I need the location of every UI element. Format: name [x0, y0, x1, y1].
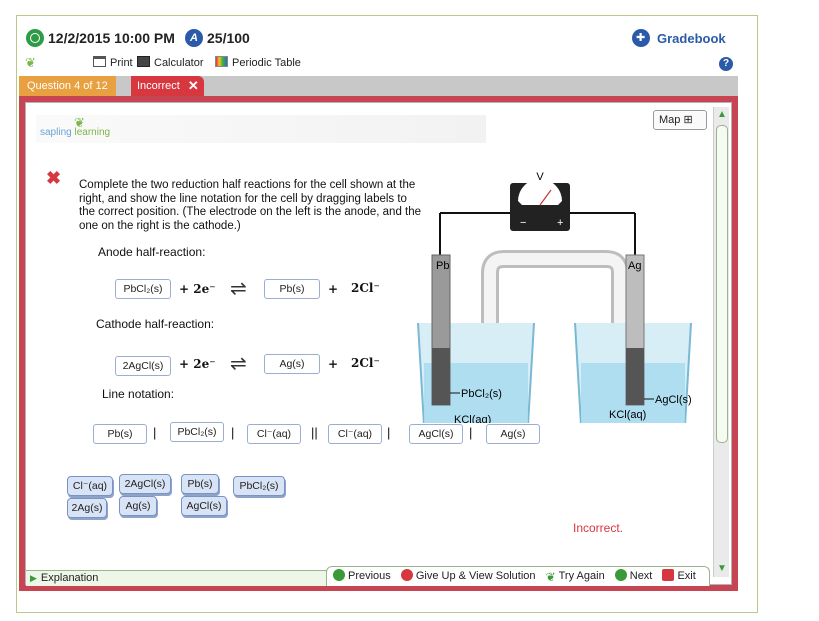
phase-bar-4: | — [469, 425, 473, 440]
question-tab[interactable]: Question 4 of 12 — [19, 76, 116, 96]
right-solution-label: KCl(aq) — [609, 409, 646, 421]
map-icon: ⊞ — [683, 114, 693, 126]
phase-bar-2: | — [231, 425, 235, 440]
map-button[interactable]: Map ⊞ — [653, 110, 707, 130]
line-slot-4[interactable]: Cl⁻(aq) — [328, 424, 382, 444]
cathode-plus: + — [328, 357, 339, 371]
cathode-reactant-slot[interactable]: 2AgCl(s) — [115, 356, 171, 376]
salt-bridge-bar: || — [311, 425, 318, 440]
electrochemical-cell-diagram: V − + Pb Ag PbCl₂(s) AgCl(s) KCl(aq) KCl… — [417, 171, 692, 423]
phase-bar-3: | — [387, 425, 391, 440]
line-slot-6[interactable]: Ag(s) — [486, 424, 540, 444]
voltmeter-label: V — [536, 171, 544, 183]
periodic-table-icon — [215, 56, 228, 67]
expand-triangle-icon: ▶ — [30, 573, 37, 583]
cathode-heading: Cathode half-reaction: — [96, 317, 215, 331]
drag-label-chip[interactable]: AgCl(s) — [181, 496, 227, 516]
feedback-text: Incorrect. — [573, 521, 624, 535]
ag-electrode-label: Ag — [628, 260, 641, 272]
anode-plus: + — [328, 282, 339, 296]
left-solution-label: KCl(aq) — [454, 414, 491, 423]
top-bar: 12/2/2015 10:00 PM A 25/100 Gradebook — [26, 28, 738, 50]
question-content: ❦ sapling learning Map ⊞ ▲ ▼ ✖ Complete … — [25, 102, 733, 586]
anode-product-slot[interactable]: Pb(s) — [264, 279, 320, 299]
navigation-bar: Previous Give Up & View Solution ❦ Try Ag… — [326, 566, 710, 586]
line-notation-heading: Line notation: — [102, 387, 175, 401]
exit-button[interactable]: Exit — [662, 567, 696, 585]
drag-label-chip[interactable]: 2AgCl(s) — [119, 474, 171, 494]
question-bar: Question 4 of 12 Incorrect ✕ — [19, 76, 738, 96]
due-datetime: 12/2/2015 10:00 PM — [48, 30, 175, 46]
right-coating-label: AgCl(s) — [655, 394, 692, 406]
drag-label-chip[interactable]: Pb(s) — [181, 474, 219, 494]
print-button[interactable]: Print — [93, 56, 133, 69]
clock-icon — [26, 29, 44, 47]
incorrect-x-icon: ✕ — [187, 78, 199, 93]
scroll-up-arrow-icon[interactable]: ▲ — [716, 109, 728, 121]
line-slot-5[interactable]: AgCl(s) — [409, 424, 463, 444]
help-icon[interactable]: ? — [719, 57, 733, 71]
scroll-thumb[interactable] — [716, 125, 728, 443]
anode-reactant-slot[interactable]: PbCl₂(s) — [115, 279, 171, 299]
vertical-scrollbar[interactable]: ▲ ▼ — [713, 107, 729, 577]
drag-label-chip[interactable]: Ag(s) — [119, 496, 157, 516]
gradebook-icon[interactable] — [632, 29, 650, 47]
question-prompt: Complete the two reduction half reaction… — [79, 179, 422, 232]
incorrect-mark-icon: ✖ — [46, 168, 62, 188]
status-badge: Incorrect ✕ — [131, 76, 204, 96]
give-up-button[interactable]: Give Up & View Solution — [400, 567, 536, 585]
toolbar: ❦ Print Calculator Periodic Table ? — [19, 53, 738, 75]
equilibrium-arrow-icon: ⇌ — [230, 278, 247, 300]
line-slot-1[interactable]: Pb(s) — [93, 424, 147, 444]
cathode-product-slot[interactable]: Ag(s) — [264, 354, 320, 374]
score-icon: A — [185, 29, 203, 47]
next-button[interactable]: Next — [614, 567, 652, 585]
sapling-leaf-icon: ❦ — [25, 55, 36, 70]
anode-heading: Anode half-reaction: — [98, 245, 206, 259]
next-icon — [614, 569, 627, 581]
try-again-button[interactable]: ❦ Try Again — [546, 567, 605, 586]
give-up-icon — [400, 569, 413, 581]
cathode-electrons: + 2e⁻ — [179, 357, 216, 371]
cathode-extra: 2Cl⁻ — [351, 356, 380, 370]
voltmeter-plus: + — [557, 217, 563, 229]
pb-electrode-label: Pb — [436, 260, 449, 272]
previous-button[interactable]: Previous — [333, 567, 391, 585]
equilibrium-arrow-icon: ⇌ — [230, 353, 247, 375]
calculator-button[interactable]: Calculator — [137, 56, 204, 69]
previous-icon — [333, 569, 345, 581]
drag-label-chip[interactable]: PbCl₂(s) — [233, 476, 285, 496]
pbcl2-coating — [432, 348, 450, 405]
drag-label-chip[interactable]: Cl⁻(aq) — [67, 476, 113, 496]
explanation-toggle[interactable]: ▶ Explanation — [26, 570, 336, 586]
exit-icon — [662, 569, 675, 581]
calculator-icon — [137, 56, 150, 67]
anode-extra: 2Cl⁻ — [351, 281, 380, 295]
gradebook-link[interactable]: Gradebook — [657, 31, 726, 46]
voltmeter-minus: − — [520, 217, 526, 229]
sapling-logo-banner: ❦ sapling learning — [36, 115, 486, 143]
sapling-logo: sapling learning — [40, 127, 111, 138]
line-slot-3[interactable]: Cl⁻(aq) — [247, 424, 301, 444]
drag-label-chip[interactable]: 2Ag(s) — [67, 498, 107, 518]
score-value: 25/100 — [207, 30, 250, 46]
question-panel: ❦ sapling learning Map ⊞ ▲ ▼ ✖ Complete … — [19, 96, 738, 591]
bottom-bar: ▶ Explanation Previous Give Up & View Sol… — [26, 566, 733, 586]
agcl-coating — [626, 348, 644, 405]
periodic-table-button[interactable]: Periodic Table — [215, 56, 301, 69]
try-again-icon: ❦ — [545, 570, 556, 584]
phase-bar-1: | — [153, 425, 157, 440]
printer-icon — [93, 56, 106, 67]
left-coating-label: PbCl₂(s) — [461, 388, 502, 400]
line-slot-2[interactable]: PbCl₂(s) — [170, 422, 224, 442]
anode-electrons: + 2e⁻ — [179, 282, 216, 296]
